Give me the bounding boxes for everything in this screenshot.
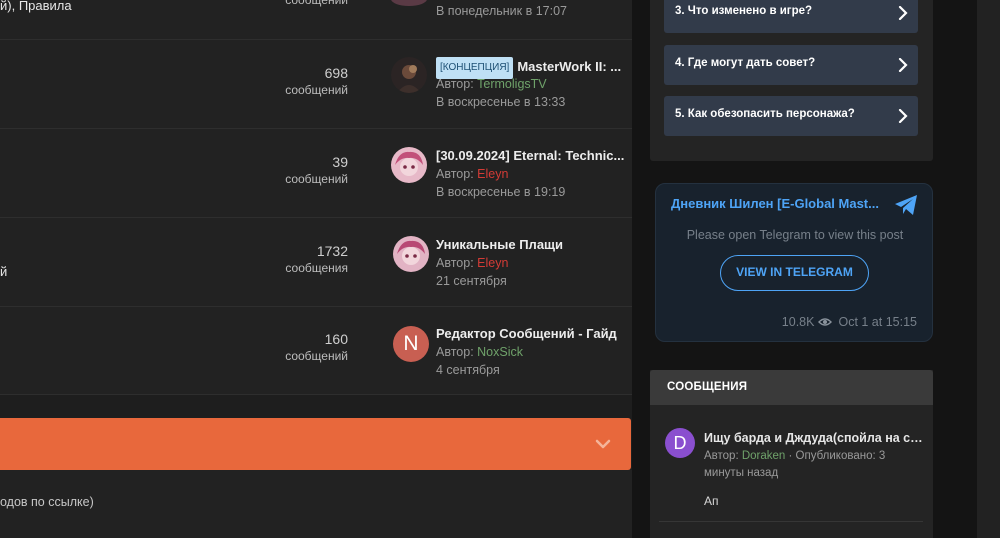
latest-post: В понедельник в 17:07 (391, 0, 626, 40)
latest-post: [КОНЦЕПЦИЯ] MasterWork II: ... Автор: Ter… (391, 57, 626, 113)
message-count-label: сообщений (285, 172, 348, 186)
telegram-icon[interactable] (894, 194, 918, 216)
avatar[interactable] (391, 0, 427, 6)
forum-subforum-links[interactable]: й (0, 264, 7, 279)
latest-post-title[interactable]: Уникальные Плащи (436, 236, 626, 254)
chevron-right-icon (898, 109, 908, 123)
eye-icon (818, 318, 833, 326)
latest-post: Уникальные Плащи Автор: Eleyn 21 сентябр… (391, 236, 626, 292)
latest-post-date[interactable]: В воскресенье в 19:19 (436, 184, 565, 201)
message-count: 160 сообщений (285, 331, 348, 365)
latest-post: [30.09.2024] Eternal: Technic... Автор: … (391, 147, 626, 203)
message-count-number: 1732 (316, 243, 348, 259)
latest-post-title-text[interactable]: MasterWork II: ... (517, 59, 621, 74)
latest-post-date[interactable]: В понедельник в 17:07 (436, 3, 567, 20)
message-meta: Автор: Doraken · Опубликовано: 3 минуты … (704, 448, 904, 482)
message-count: сообщений (285, 0, 348, 9)
message-count-number: 39 (332, 154, 348, 170)
telegram-channel-title[interactable]: Дневник Шилен [E-Global Mast... (671, 196, 891, 211)
forum-row[interactable]: 698 сообщений [КОНЦЕПЦИЯ] MasterWork II: … (0, 40, 632, 129)
message-snippet: Ап (704, 494, 719, 508)
message-title[interactable]: Ищу барда и Дждуда(спойла на старте) ... (704, 431, 926, 445)
chevron-right-icon (898, 6, 908, 20)
telegram-message: Please open Telegram to view this post (686, 228, 904, 242)
forum-subforum-links[interactable]: й), Правила (0, 0, 72, 13)
page-edge (977, 0, 1000, 538)
avatar[interactable] (391, 57, 427, 93)
latest-post-author: Автор: Eleyn (436, 166, 508, 183)
author-label: Автор: (436, 256, 474, 270)
message-count-label: сообщений (285, 83, 348, 97)
author-label: Автор: (436, 77, 474, 91)
forum-row[interactable]: 39 сообщений [30.09.2024] Eternal: Techn… (0, 129, 632, 218)
author-label: Автор: (704, 450, 739, 462)
author-link[interactable]: TermoligsTV (477, 77, 546, 91)
faq-item[interactable]: 4. Где могут дать совет? (664, 45, 918, 85)
latest-post-title[interactable]: Редактор Сообщений - Гайд (436, 325, 626, 343)
message-count-label: сообщений (285, 0, 348, 7)
category-header-bar[interactable] (0, 418, 631, 470)
latest-post-date[interactable]: 4 сентября (436, 362, 500, 379)
message-count: 1732 сообщения (285, 243, 348, 277)
faq-item[interactable]: 5. Как обезопасить персонажа? (664, 96, 918, 136)
avatar[interactable]: D (665, 428, 695, 458)
faq-item[interactable]: 3. Что изменено в игре? (664, 0, 918, 33)
chevron-down-icon[interactable] (595, 436, 611, 452)
author-label: Автор: (436, 345, 474, 359)
forum-row[interactable]: 160 сообщений N Редактор Сообщений - Гай… (0, 307, 632, 395)
latest-post-date[interactable]: 21 сентября (436, 273, 507, 290)
message-count-label: сообщения (285, 261, 348, 275)
category-description-text: одов по ссылке) (0, 495, 94, 509)
author-link[interactable]: Eleyn (477, 167, 508, 181)
message-count: 698 сообщений (285, 65, 348, 99)
latest-post-author: Автор: TermoligsTV (436, 76, 547, 93)
latest-post-date[interactable]: В воскресенье в 13:33 (436, 94, 565, 111)
messages-widget-header: СООБЩЕНИЯ (650, 370, 933, 405)
divider (659, 521, 923, 522)
forum-row[interactable]: й 1732 сообщения Уникальные Плащи Автор:… (0, 218, 632, 307)
latest-post: N Редактор Сообщений - Гайд Автор: NoxSi… (391, 325, 626, 381)
author-link[interactable]: Doraken (742, 450, 785, 462)
faq-item-label: 5. Как обезопасить персонажа? (675, 108, 855, 120)
message-count-number: 698 (324, 65, 348, 81)
messages-widget-title: СООБЩЕНИЯ (667, 381, 748, 393)
faq-item-label: 3. Что изменено в игре? (675, 5, 813, 17)
telegram-embed: Дневник Шилен [E-Global Mast... Please o… (655, 183, 933, 342)
message-count-number: 160 (324, 331, 348, 347)
forum-row[interactable]: й), Правила сообщений В понедельник в 17… (0, 0, 632, 40)
author-link[interactable]: NoxSick (477, 345, 523, 359)
chevron-right-icon (898, 58, 908, 72)
latest-post-author: Автор: Eleyn (436, 255, 508, 272)
category-description: одов по ссылке) (0, 470, 632, 538)
views-count: 10.8K (781, 315, 815, 329)
message-count-label: сообщений (285, 349, 348, 363)
view-in-telegram-button[interactable]: VIEW IN TELEGRAM (720, 255, 869, 291)
avatar[interactable] (391, 147, 427, 183)
avatar[interactable] (393, 236, 429, 272)
latest-post-title[interactable]: [30.09.2024] Eternal: Technic... (436, 147, 626, 165)
faq-item-label: 4. Где могут дать совет? (675, 57, 816, 69)
latest-post-author: Автор: NoxSick (436, 344, 523, 361)
telegram-post-meta: 10.8K Oct 1 at 15:15 (782, 315, 917, 329)
messages-widget: СООБЩЕНИЯ D Ищу барда и Дждуда(спойла на… (650, 370, 933, 538)
author-link[interactable]: Eleyn (477, 256, 508, 270)
post-date[interactable]: Oct 1 at 15:15 (838, 315, 917, 329)
forum-list: й), Правила сообщений В понедельник в 17… (0, 0, 632, 538)
avatar[interactable]: N (393, 326, 429, 362)
message-count: 39 сообщений (285, 154, 348, 188)
author-label: Автор: (436, 167, 474, 181)
